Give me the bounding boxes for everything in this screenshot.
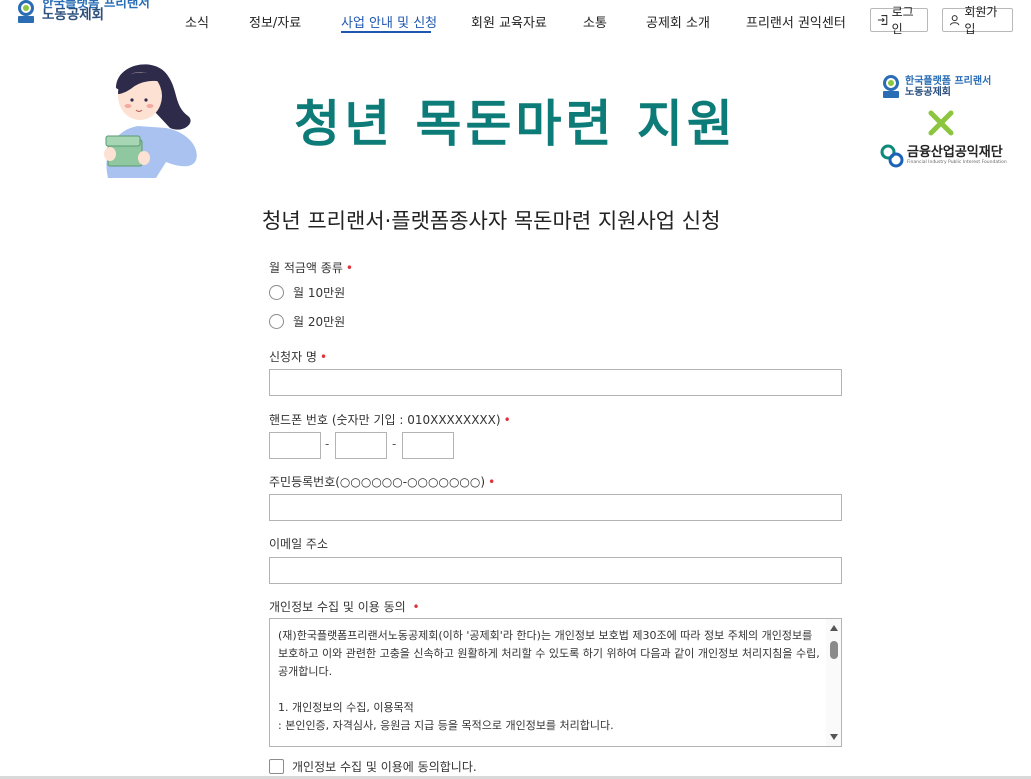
privacy-agree-checkbox[interactable] <box>269 759 284 774</box>
policy-paragraph: : 본인인증, 자격심사, 응원금 지급 등을 목적으로 개인정보를 처리합니다… <box>278 719 614 732</box>
required-mark: • <box>345 261 353 275</box>
applicant-name-label: 신청자 명 • <box>269 350 328 364</box>
rrn-input[interactable] <box>269 494 842 521</box>
required-mark: • <box>503 413 511 427</box>
nav-info[interactable]: 정보/자료 <box>249 12 301 31</box>
scroll-thumb[interactable] <box>830 641 838 659</box>
partner-logos: 한국플랫폼 프리랜서 노동공제회 금융산업공익재단 Financial Indu… <box>880 74 1010 168</box>
nav-programs[interactable]: 사업 안내 및 신청 <box>341 12 437 31</box>
login-button[interactable]: 로그인 <box>870 5 928 36</box>
nav-rights-center[interactable]: 프리랜서 권익센터 <box>746 12 846 31</box>
savings-option-label: 월 20만원 <box>293 315 346 329</box>
phone-input-part1[interactable] <box>269 432 321 459</box>
logo-line2: 노동공제회 <box>42 7 105 23</box>
required-mark: • <box>319 350 328 364</box>
policy-paragraph: (재)한국플랫폼프리랜서노동공제회(이하 '공제회'라 한다)는 개인정보 보호… <box>278 629 820 678</box>
savings-type-label: 월 적금액 종류 • <box>269 261 353 275</box>
kwmf-logo-icon <box>883 75 899 98</box>
kwmf-logo-icon <box>18 0 34 23</box>
savings-option-label: 월 10만원 <box>293 286 346 300</box>
phone-separator: - <box>325 437 330 451</box>
partner1-line1: 한국플랫폼 프리랜서 <box>905 76 992 87</box>
policy-scrollbar[interactable] <box>826 619 841 746</box>
nav-about[interactable]: 공제회 소개 <box>646 12 710 31</box>
policy-paragraph: 1. 개인정보의 수집, 이용목적 <box>278 701 414 714</box>
banner-title: 청년 목돈마련 지원 <box>294 95 737 153</box>
privacy-agree-label: 개인정보 수집 및 이용에 동의합니다. <box>292 760 477 774</box>
active-nav-underline <box>341 31 431 33</box>
applicant-name-input[interactable] <box>269 369 842 396</box>
savings-option-200k[interactable]: 월 20만원 <box>269 313 345 330</box>
phone-separator: - <box>392 437 397 451</box>
partner2-name: 금융산업공익재단 <box>907 145 1003 160</box>
required-mark: • <box>488 475 496 489</box>
scroll-up-arrow-icon[interactable] <box>830 625 838 631</box>
email-input[interactable] <box>269 557 842 584</box>
partner2-subtitle: Financial Industry Public Interest Found… <box>907 160 1007 165</box>
signup-button[interactable]: 회원가입 <box>942 5 1013 36</box>
privacy-consent-label: 개인정보 수집 및 이용 동의 • <box>269 600 420 614</box>
required-mark: • <box>412 600 420 614</box>
scroll-down-arrow-icon[interactable] <box>830 734 838 740</box>
radio-button[interactable] <box>269 314 284 329</box>
radio-button[interactable] <box>269 285 284 300</box>
login-icon <box>877 15 888 25</box>
cross-icon <box>928 110 954 136</box>
partner1-line2: 노동공제회 <box>905 87 951 98</box>
user-icon <box>949 15 960 26</box>
site-header: 한국플랫폼 프리랜서 노동공제회 소식 정보/자료 사업 안내 및 신청 회원 … <box>0 0 1031 40</box>
email-label: 이메일 주소 <box>269 537 329 551</box>
login-label: 로그인 <box>891 5 914 36</box>
partner-logo-kwmf: 한국플랫폼 프리랜서 노동공제회 <box>880 74 1010 100</box>
nav-education[interactable]: 회원 교육자료 <box>471 12 547 31</box>
privacy-policy-textarea[interactable]: (재)한국플랫폼프리랜서노동공제회(이하 '공제회'라 한다)는 개인정보 보호… <box>269 618 842 747</box>
site-logo[interactable]: 한국플랫폼 프리랜서 노동공제회 <box>14 0 150 30</box>
fipf-logo-icon <box>880 144 904 168</box>
phone-input-part2[interactable] <box>335 432 387 459</box>
partner-logo-fipf: 금융산업공익재단 Financial Industry Public Inter… <box>880 144 1010 168</box>
form-title: 청년 프리랜서·플랫폼종사자 목돈마련 지원사업 신청 <box>262 209 721 233</box>
nav-news[interactable]: 소식 <box>185 12 209 31</box>
phone-label: 핸드폰 번호 (숫자만 기입 : 010XXXXXXXX) • <box>269 413 511 427</box>
signup-label: 회원가입 <box>964 5 998 36</box>
nav-community[interactable]: 소통 <box>583 12 607 31</box>
privacy-agree-checkbox-row[interactable]: 개인정보 수집 및 이용에 동의합니다. <box>269 758 477 775</box>
rrn-label: 주민등록번호(○○○○○○-○○○○○○○) • <box>269 475 496 489</box>
savings-option-100k[interactable]: 월 10만원 <box>269 284 345 301</box>
phone-input-part3[interactable] <box>402 432 454 459</box>
